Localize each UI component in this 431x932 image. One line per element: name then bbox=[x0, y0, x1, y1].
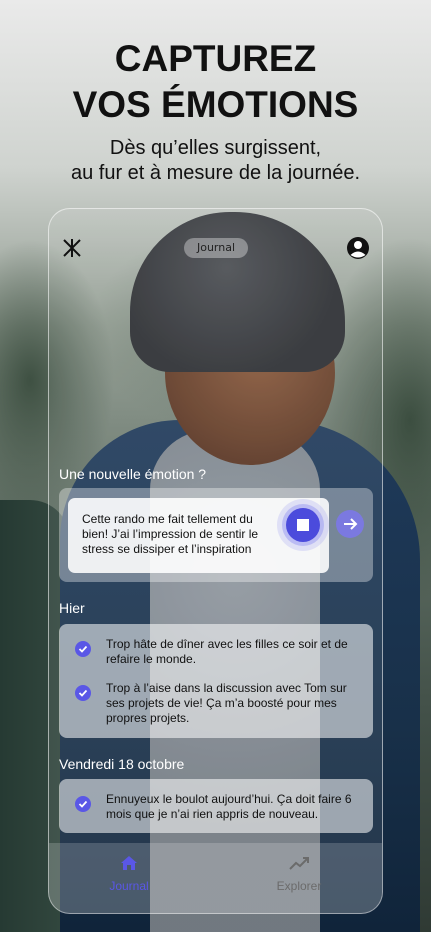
tab-explorer-label: Explorer bbox=[276, 879, 322, 893]
headline-line-2: VOS ÉMOTIONS bbox=[72, 84, 359, 125]
subheadline-line-2: au fur et à mesure de la journée. bbox=[70, 162, 361, 184]
phone-frame: Journal Une nouvelle émotion ? Cette ran… bbox=[48, 208, 383, 914]
home-icon bbox=[120, 856, 138, 875]
check-circle-icon bbox=[75, 685, 91, 701]
tab-journal-label: Journal bbox=[109, 879, 149, 893]
bottom-nav: Journal Explorer bbox=[49, 843, 382, 913]
headline-line-1: CAPTUREZ bbox=[114, 38, 317, 79]
app-top-bar: Journal bbox=[49, 209, 382, 289]
send-button[interactable] bbox=[336, 510, 364, 538]
tab-journal[interactable]: Journal bbox=[89, 855, 169, 893]
subheadline: Dès qu’elles surgissent, au fur et à mes… bbox=[0, 136, 431, 186]
stop-recording-button[interactable] bbox=[286, 508, 320, 542]
check-circle-icon bbox=[75, 641, 91, 657]
entry-text: Ennuyeux le boulot aujourd’hui. Ça doit … bbox=[106, 792, 352, 821]
tab-explorer[interactable]: Explorer bbox=[259, 855, 339, 893]
asterisk-logo-icon[interactable] bbox=[61, 237, 83, 259]
entry-text: Trop hâte de dîner avec les filles ce so… bbox=[106, 637, 348, 666]
entries-card-date: Ennuyeux le boulot aujourd’hui. Ça doit … bbox=[59, 779, 373, 833]
section-label-date: Vendredi 18 octobre bbox=[59, 756, 185, 772]
trend-icon bbox=[289, 856, 309, 875]
section-label-hier: Hier bbox=[59, 600, 85, 616]
stop-square-icon bbox=[297, 519, 309, 531]
new-emotion-card: Cette rando me fait tellement du bien! J… bbox=[59, 488, 373, 582]
screen-title-pill: Journal bbox=[184, 238, 248, 258]
subheadline-line-1: Dès qu’elles surgissent, bbox=[109, 137, 322, 159]
check-circle-icon bbox=[75, 796, 91, 812]
headline: CAPTUREZ VOS ÉMOTIONS bbox=[0, 36, 431, 128]
account-circle-icon[interactable] bbox=[346, 236, 370, 260]
new-emotion-label: Une nouvelle émotion ? bbox=[59, 466, 207, 482]
entries-card-hier: Trop hâte de dîner avec les filles ce so… bbox=[59, 624, 373, 738]
entry-text: Trop à l’aise dans la discussion avec To… bbox=[106, 681, 347, 725]
arrow-right-icon bbox=[342, 517, 358, 536]
